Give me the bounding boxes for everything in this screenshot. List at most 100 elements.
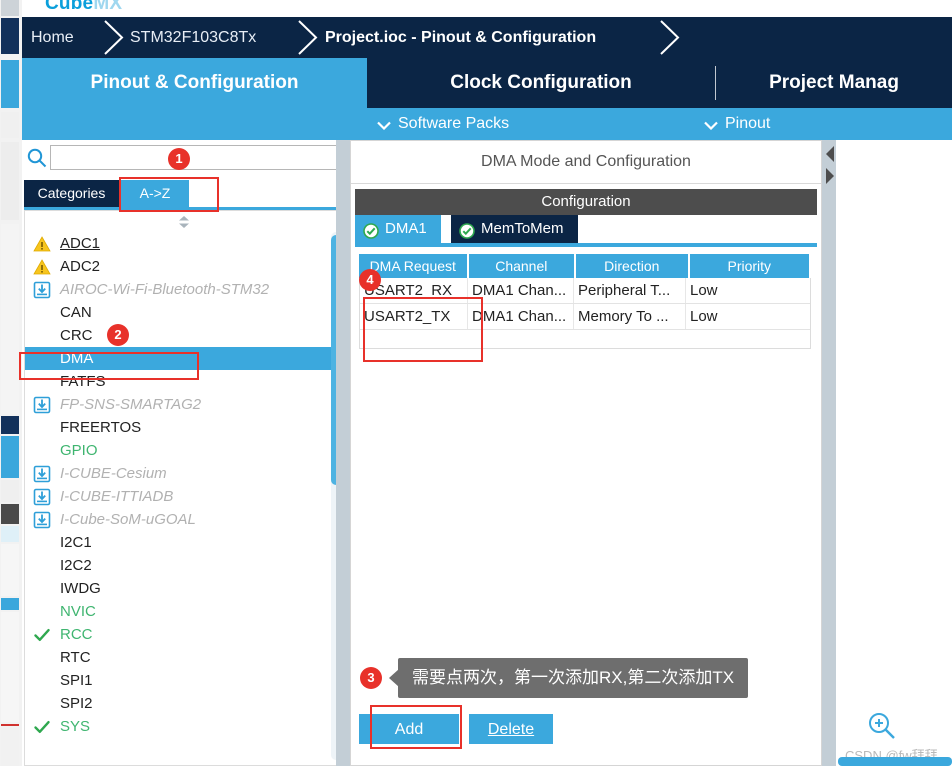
sidebar-item-gpio[interactable]: GPIO: [25, 439, 343, 462]
tab-pinout-configuration[interactable]: Pinout & Configuration: [22, 58, 367, 108]
sidebar-item-label: I2C2: [60, 557, 92, 574]
sidebar-item-airoc-wi-fi-bluetooth-stm32[interactable]: AIROC-Wi-Fi-Bluetooth-STM32: [25, 278, 343, 301]
sidebar-item-label: AIROC-Wi-Fi-Bluetooth-STM32: [60, 281, 270, 298]
scroll-up-down-icon[interactable]: [176, 215, 192, 229]
sidebar-item-label: FREERTOS: [60, 419, 142, 436]
tab-project-manager[interactable]: Project Manag: [716, 58, 952, 108]
sidebar-item-adc2[interactable]: ADC2: [25, 255, 343, 278]
sidebar-item-fp-sns-smartag2[interactable]: FP-SNS-SMARTAG2: [25, 393, 343, 416]
download-icon: [33, 511, 51, 529]
sidebar-item-label: GPIO: [60, 442, 98, 459]
delete-button[interactable]: Delete: [469, 714, 553, 744]
table-column-header[interactable]: Channel: [468, 254, 575, 278]
sidebar-item-label: FP-SNS-SMARTAG2: [60, 396, 202, 413]
table-cell[interactable]: Memory To ...: [574, 304, 686, 329]
right-splitter[interactable]: [822, 140, 836, 766]
annotation-marker-3: 3: [360, 667, 382, 689]
sidebar-item-i2c2[interactable]: I2C2: [25, 554, 343, 577]
table-row[interactable]: USART2_RX DMA1 Chan... Peripheral T... Low: [360, 278, 810, 304]
tab-memtomem[interactable]: MemToMem: [451, 215, 578, 243]
table-empty-row: [360, 330, 810, 348]
warning-icon: [33, 235, 51, 253]
hint-tooltip: 需要点两次，第一次添加RX,第二次添加TX: [389, 658, 749, 698]
breadcrumb-chevron-icon-2: [294, 17, 324, 58]
dma-request-table: DMA Request Channel Direction Priority USAR…: [359, 254, 811, 349]
table-body: USART2_RX DMA1 Chan... Peripheral T... Low U…: [359, 278, 811, 349]
table-cell[interactable]: Low: [686, 278, 806, 303]
logo-mx-text: MX: [93, 0, 123, 14]
pinout-menu[interactable]: Pinout: [704, 108, 770, 140]
sidebar-item-rcc[interactable]: RCC: [25, 623, 343, 646]
table-column-header[interactable]: Direction: [576, 254, 688, 278]
sidebar-item-label: ADC1: [60, 235, 101, 252]
sidebar-item-label: NVIC: [60, 603, 96, 620]
sidebar-item-i-cube-som-ugoal[interactable]: I-Cube-SoM-uGOAL: [25, 508, 343, 531]
search-input[interactable]: [50, 145, 344, 170]
sidebar-item-fatfs[interactable]: FATFS: [25, 370, 343, 393]
sidebar-item-i-cube-ittiadb[interactable]: I-CUBE-ITTIADB: [25, 485, 343, 508]
sidebar-item-label: ADC2: [60, 258, 101, 275]
add-button[interactable]: Add: [359, 714, 459, 744]
configuration-section-header: Configuration: [355, 189, 817, 215]
sidebar-item-adc1[interactable]: ADC1: [25, 232, 343, 255]
categories-panel: Categories A->Z ADC1 ADC2 AIROC-Wi-Fi-Blue…: [22, 140, 350, 766]
download-icon: [33, 281, 51, 299]
check-circle-icon-dma1: [363, 221, 379, 239]
warning-icon: [33, 258, 51, 276]
tab-dma1[interactable]: DMA1: [355, 215, 441, 243]
sidebar-item-dma[interactable]: DMA: [25, 347, 343, 370]
chevron-down-icon: [377, 108, 393, 140]
view-mode-tabs: Categories A->Z: [22, 180, 350, 210]
software-packs-menu[interactable]: Software Packs: [377, 108, 509, 140]
logo-cube-text: Cube: [45, 0, 94, 14]
table-row[interactable]: USART2_TX DMA1 Chan... Memory To ... Low: [360, 304, 810, 330]
sidebar-item-crc[interactable]: CRC: [25, 324, 343, 347]
peripheral-list[interactable]: ADC1 ADC2 AIROC-Wi-Fi-Bluetooth-STM32 CAN CR…: [24, 210, 344, 766]
sidebar-item-spi1[interactable]: SPI1: [25, 669, 343, 692]
sidebar-item-label: I2C1: [60, 534, 92, 551]
sidebar-item-nvic[interactable]: NVIC: [25, 600, 343, 623]
tab-a-to-z[interactable]: A->Z: [121, 180, 189, 207]
sidebar-item-freertos[interactable]: FREERTOS: [25, 416, 343, 439]
sidebar-item-spi2[interactable]: SPI2: [25, 692, 343, 715]
table-column-header[interactable]: Priority: [689, 254, 810, 278]
sidebar-item-iwdg[interactable]: IWDG: [25, 577, 343, 600]
breadcrumb-item-home[interactable]: Home: [31, 17, 74, 58]
annotation-marker-2: 2: [107, 324, 129, 346]
dma-tab-bar: DMA1 MemToMem: [355, 215, 817, 245]
table-cell[interactable]: DMA1 Chan...: [468, 278, 574, 303]
breadcrumb: Home STM32F103C8Tx Project.ioc - Pinout …: [22, 17, 952, 58]
tab-categories[interactable]: Categories: [24, 180, 119, 207]
table-cell[interactable]: USART2_TX: [360, 304, 468, 329]
tab-dma1-label: DMA1: [385, 220, 427, 237]
peripheral-list-items: ADC1 ADC2 AIROC-Wi-Fi-Bluetooth-STM32 CAN CR…: [25, 232, 343, 738]
cubemx-window: CubeMX Home STM32F103C8Tx Project.ioc - …: [0, 0, 952, 766]
sidebar-item-rtc[interactable]: RTC: [25, 646, 343, 669]
download-icon: [33, 488, 51, 506]
table-cell[interactable]: DMA1 Chan...: [468, 304, 574, 329]
left-splitter[interactable]: [336, 140, 350, 766]
sidebar-item-can[interactable]: CAN: [25, 301, 343, 324]
pinout-label: Pinout: [725, 115, 771, 132]
sidebar-item-label: CRC: [60, 327, 93, 344]
tab-clock-configuration[interactable]: Clock Configuration: [367, 58, 715, 108]
tab-memtomem-label: MemToMem: [481, 220, 564, 237]
zoom-in-icon[interactable]: [866, 710, 898, 742]
sidebar-item-label: RCC: [60, 626, 93, 643]
breadcrumb-item-project[interactable]: Project.ioc - Pinout & Configuration: [325, 17, 596, 58]
sidebar-item-i-cube-cesium[interactable]: I-CUBE-Cesium: [25, 462, 343, 485]
chevron-down-icon-2: [704, 108, 720, 140]
table-cell[interactable]: Peripheral T...: [574, 278, 686, 303]
sidebar-item-i2c1[interactable]: I2C1: [25, 531, 343, 554]
sidebar-item-label: I-CUBE-Cesium: [60, 465, 167, 482]
sidebar-item-label: SPI2: [60, 695, 93, 712]
sidebar-item-sys[interactable]: SYS: [25, 715, 343, 738]
sidebar-item-label: FATFS: [60, 373, 106, 390]
annotation-marker-1: 1: [168, 148, 190, 170]
splitter-collapse-arrows[interactable]: [824, 144, 836, 188]
table-cell[interactable]: Low: [686, 304, 806, 329]
check-circle-icon-memtomem: [459, 221, 475, 239]
sidebar-item-label: IWDG: [60, 580, 101, 597]
breadcrumb-item-device[interactable]: STM32F103C8Tx: [130, 17, 256, 58]
check-icon: [33, 626, 51, 644]
